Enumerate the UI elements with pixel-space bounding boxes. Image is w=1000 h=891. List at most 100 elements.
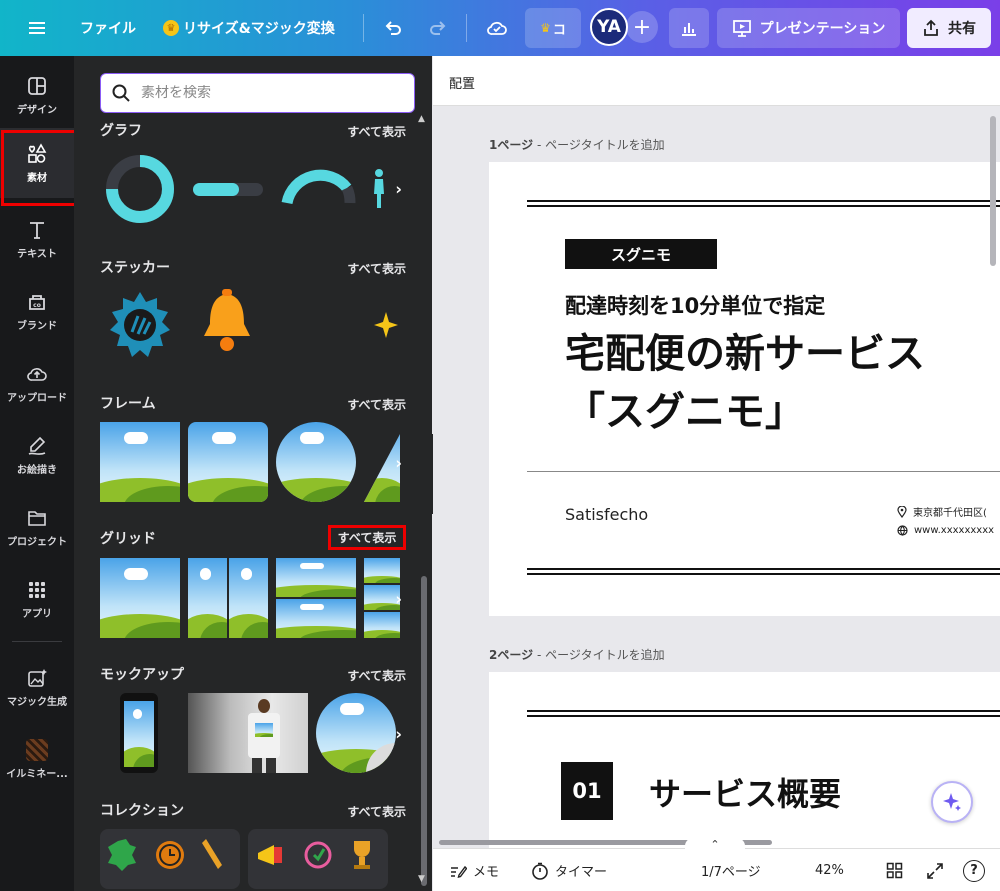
headline-line-1: 宅配便の新サービス: [565, 331, 925, 377]
workspace-header: 配置: [433, 56, 1000, 106]
rail-label: アプリ: [22, 608, 52, 620]
search-box[interactable]: [100, 73, 415, 113]
sticker-sparkle[interactable]: [372, 284, 400, 366]
slide-1[interactable]: スグニモ 配達時刻を10分単位で指定 宅配便の新サービス 「スグニモ」 Sati…: [489, 162, 1000, 616]
position-button[interactable]: 配置: [449, 73, 475, 92]
double-rule-top: [527, 710, 1000, 717]
collection-card[interactable]: [100, 829, 240, 889]
search-input[interactable]: [141, 85, 401, 101]
mockup-phone[interactable]: [120, 693, 158, 773]
grid-two-row-bottom[interactable]: [276, 599, 356, 638]
chevron-right-icon[interactable]: ›: [395, 454, 402, 473]
see-all-stickers[interactable]: すべて表示: [328, 260, 406, 277]
scroll-up-arrow[interactable]: ▲: [418, 114, 425, 124]
grid-three-row-1[interactable]: [364, 558, 400, 583]
rail-item-projects[interactable]: プロジェクト: [0, 492, 74, 562]
rail-item-brand[interactable]: co ブランド: [0, 276, 74, 346]
scroll-down-arrow[interactable]: ▼: [418, 874, 425, 884]
crown-icon: ♛: [540, 21, 551, 35]
help-button[interactable]: ?: [963, 849, 985, 891]
page-label-1[interactable]: 1ページ - ページタイトルを追加: [489, 136, 665, 153]
company-name[interactable]: Satisfecho: [565, 505, 648, 524]
redo-button[interactable]: [420, 10, 456, 46]
address-text: 東京都千代田区(: [913, 508, 987, 519]
left-rail: デザイン 素材 テキスト co ブランド アップロード お絵描き プロジェクト …: [0, 56, 77, 891]
rail-item-uploads[interactable]: アップロード: [0, 348, 74, 418]
slide-subtitle[interactable]: 配達時刻を10分単位で指定: [565, 290, 825, 320]
fullscreen-button[interactable]: [926, 849, 944, 891]
slide-headline[interactable]: 宅配便の新サービス 「スグニモ」: [565, 325, 925, 441]
timer-label: タイマー: [555, 865, 608, 880]
notes-button[interactable]: メモ: [449, 849, 499, 891]
see-all-collections[interactable]: すべて表示: [328, 803, 406, 820]
grid-three-row-3[interactable]: [364, 612, 400, 638]
menu-button[interactable]: [20, 0, 54, 56]
mockup-sticker-peel[interactable]: [316, 693, 396, 773]
collection-card[interactable]: [248, 829, 388, 889]
address-line[interactable]: 東京都千代田区(: [897, 504, 987, 519]
insights-button[interactable]: [669, 8, 709, 48]
rail-item-design[interactable]: デザイン: [0, 60, 74, 130]
section-title[interactable]: サービス概要: [649, 769, 841, 815]
timer-button[interactable]: タイマー: [531, 849, 607, 891]
section-title-collections: コレクション: [100, 803, 184, 819]
top-bar: ファイル ♛ リサイズ&マジック変換 ♛ コ YA + プレゼンテーション 共有: [0, 0, 1000, 56]
frame-circle[interactable]: [276, 422, 356, 502]
frame-rounded[interactable]: [188, 422, 268, 502]
page-title-hint: - ページタイトルを追加: [533, 138, 665, 152]
add-collaborator-button[interactable]: +: [626, 11, 658, 43]
chevron-right-icon[interactable]: ›: [395, 180, 402, 199]
chevron-right-icon[interactable]: ›: [395, 590, 402, 609]
sticker-bell[interactable]: [192, 284, 262, 366]
share-button[interactable]: 共有: [907, 8, 991, 48]
pro-label: コ: [552, 22, 566, 38]
see-all-grids[interactable]: すべて表示: [328, 525, 406, 550]
grid-view-button[interactable]: [886, 849, 903, 891]
chart-elements-preview[interactable]: [100, 148, 400, 230]
page-number: 2ページ: [489, 648, 534, 662]
shapes-icon: [28, 142, 47, 163]
folder-icon: [28, 510, 46, 526]
section-number-box[interactable]: 01: [561, 762, 613, 820]
cloud-save-status[interactable]: [479, 10, 515, 46]
illumination-thumb: [26, 738, 48, 761]
avatar[interactable]: YA: [590, 8, 628, 46]
help-icon: ?: [963, 859, 985, 882]
rail-item-apps[interactable]: アプリ: [0, 564, 74, 634]
pro-upgrade-button[interactable]: ♛ コ: [525, 8, 581, 48]
brand-tag[interactable]: スグニモ: [565, 239, 717, 269]
grid-two-col-left[interactable]: [188, 558, 227, 638]
rail-item-draw[interactable]: お絵描き: [0, 420, 74, 490]
undo-icon: [385, 21, 401, 35]
resize-magic-switch-menu[interactable]: ♛ リサイズ&マジック変換: [163, 0, 335, 56]
page-title-hint: - ページタイトルを追加: [533, 648, 665, 662]
rail-item-magic-media[interactable]: マジック生成: [0, 652, 74, 722]
frame-square[interactable]: [100, 422, 180, 502]
file-menu[interactable]: ファイル: [80, 0, 136, 56]
grid-two-row-top[interactable]: [276, 558, 356, 597]
present-label: プレゼンテーション: [759, 21, 886, 37]
url-line[interactable]: www.xxxxxxxxx: [897, 525, 994, 536]
magic-assistant-button[interactable]: [931, 781, 973, 823]
bar-chart-icon: [682, 23, 696, 36]
undo-button[interactable]: [375, 10, 411, 46]
svg-text:co: co: [33, 302, 41, 309]
workspace-vertical-scrollbar[interactable]: [990, 116, 996, 266]
grid-two-col-right[interactable]: [229, 558, 268, 638]
zoom-level[interactable]: 42%: [815, 849, 844, 891]
panel-scrollbar[interactable]: [421, 576, 427, 886]
rail-item-elements[interactable]: 素材: [0, 128, 77, 206]
page-label-2[interactable]: 2ページ - ページタイトルを追加: [489, 646, 665, 663]
see-all-mockups[interactable]: すべて表示: [328, 667, 406, 684]
grid-single[interactable]: [100, 558, 180, 638]
brand-icon: co: [29, 294, 45, 310]
page-counter[interactable]: 1/7ページ: [701, 849, 761, 891]
chevron-right-icon[interactable]: ›: [395, 725, 402, 744]
rail-item-illumination[interactable]: イルミネー...: [0, 724, 74, 794]
see-all-frames[interactable]: すべて表示: [328, 396, 406, 413]
see-all-graphs[interactable]: すべて表示: [328, 123, 406, 140]
mockup-tshirt[interactable]: [188, 693, 308, 773]
rail-item-text[interactable]: テキスト: [0, 204, 74, 274]
search-icon: [112, 84, 130, 102]
present-button[interactable]: プレゼンテーション: [717, 8, 900, 48]
